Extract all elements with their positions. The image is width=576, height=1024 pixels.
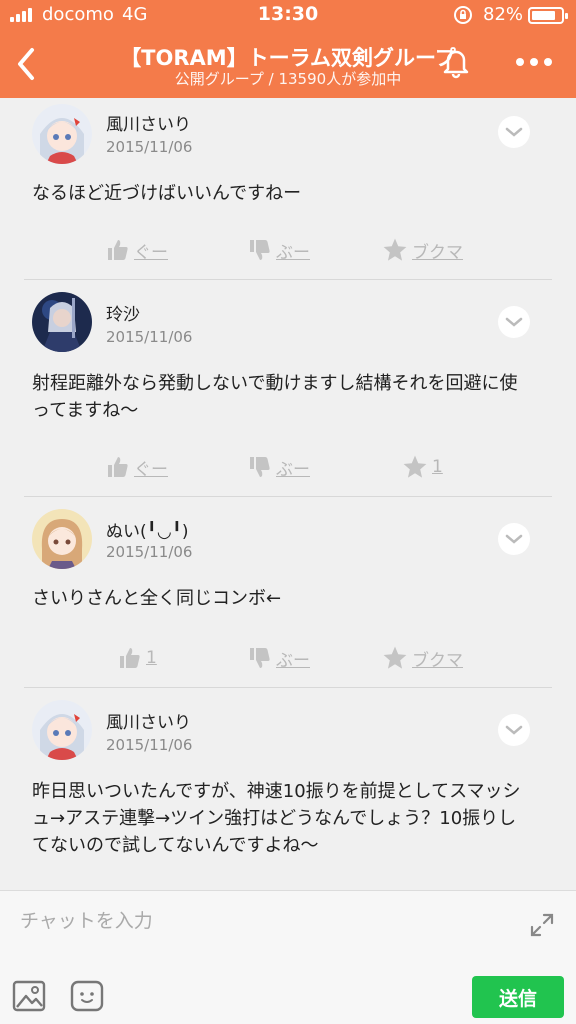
- post-text: 射程距離外なら発動しないで動けますし結構それを回避に使ってますね〜: [32, 373, 518, 421]
- boo-button[interactable]: ぶー: [248, 235, 310, 265]
- avatar[interactable]: [32, 509, 92, 569]
- send-button[interactable]: 送信: [472, 976, 564, 1018]
- chat-composer: 送信: [0, 890, 576, 1024]
- post-text: さいりさんと全く同じコンボ←: [32, 588, 282, 609]
- boo-button[interactable]: ぶー: [248, 643, 310, 673]
- more-icon[interactable]: [516, 52, 556, 72]
- thumbs-down-icon: [250, 648, 270, 668]
- post-actions: 1 ぶー ブクマ: [0, 643, 576, 673]
- post-feed: 風川さいり 2015/11/06 なるほど近づけばいいんですねー ぐー ぶー ブ…: [0, 98, 576, 890]
- good-button[interactable]: ぐー: [106, 235, 168, 265]
- post-item: 玲沙 2015/11/06 射程距離外なら発動しないで動けますし結構それを回避に…: [0, 280, 576, 497]
- post-actions: ぐー ぶー ブクマ: [0, 235, 576, 265]
- post-author: 風川さいり: [106, 115, 191, 135]
- expand-icon[interactable]: [528, 911, 556, 939]
- app-header: docomo 4G 13:30 82% 【TORAM】トーラム双剣グループ 公開…: [0, 0, 576, 98]
- group-subtitle: 公開グループ / 13590人が参加中: [174, 70, 402, 88]
- thumbs-up-icon: [108, 240, 128, 260]
- good-button[interactable]: 1: [118, 643, 157, 673]
- chevron-down-icon[interactable]: [498, 523, 530, 555]
- post-author: 玲沙: [106, 305, 140, 325]
- chevron-down-icon[interactable]: [498, 714, 530, 746]
- star-icon: [383, 646, 407, 669]
- post-author: 風川さいり: [106, 713, 191, 733]
- star-icon: [383, 238, 407, 261]
- post-author: ぬい(╹◡╹): [106, 522, 189, 542]
- post-date: 2015/11/06: [106, 328, 193, 346]
- post-date: 2015/11/06: [106, 138, 193, 156]
- post-item: 風川さいり 2015/11/06 昨日思いついたんですが、神速10振りを前提とし…: [0, 688, 576, 890]
- post-text: 昨日思いついたんですが、神速10振りを前提としてスマッシュ→アステ連撃→ツイン強…: [32, 781, 521, 856]
- chevron-down-icon[interactable]: [498, 116, 530, 148]
- thumbs-up-icon: [108, 457, 128, 477]
- orientation-lock-icon: [454, 6, 472, 24]
- avatar[interactable]: [32, 292, 92, 352]
- thumbs-up-icon: [120, 648, 140, 668]
- bookmark-button[interactable]: ブクマ: [382, 235, 463, 265]
- bell-icon[interactable]: [438, 44, 474, 80]
- post-item: 風川さいり 2015/11/06 なるほど近づけばいいんですねー ぐー ぶー ブ…: [0, 98, 576, 280]
- battery-percent: 82%: [483, 4, 524, 25]
- avatar[interactable]: [32, 104, 92, 164]
- image-icon[interactable]: [12, 979, 46, 1013]
- avatar[interactable]: [32, 700, 92, 760]
- thumbs-down-icon: [250, 457, 270, 477]
- post-date: 2015/11/06: [106, 543, 193, 561]
- chat-input[interactable]: [20, 905, 500, 937]
- star-icon: [403, 455, 427, 478]
- bookmark-button[interactable]: ブクマ: [382, 643, 463, 673]
- post-text: なるほど近づけばいいんですねー: [32, 183, 302, 204]
- post-date: 2015/11/06: [106, 736, 193, 754]
- bookmark-button[interactable]: 1: [402, 452, 443, 482]
- sticker-icon[interactable]: [70, 979, 104, 1013]
- post-item: ぬい(╹◡╹) 2015/11/06 さいりさんと全く同じコンボ← 1 ぶー ブ…: [0, 497, 576, 688]
- boo-button[interactable]: ぶー: [248, 452, 310, 482]
- post-actions: ぐー ぶー 1: [0, 452, 576, 482]
- back-button[interactable]: [12, 44, 40, 84]
- battery-icon: [528, 7, 568, 24]
- thumbs-down-icon: [250, 240, 270, 260]
- good-button[interactable]: ぐー: [106, 452, 168, 482]
- chevron-down-icon[interactable]: [498, 306, 530, 338]
- status-bar: docomo 4G 13:30 82%: [0, 0, 576, 30]
